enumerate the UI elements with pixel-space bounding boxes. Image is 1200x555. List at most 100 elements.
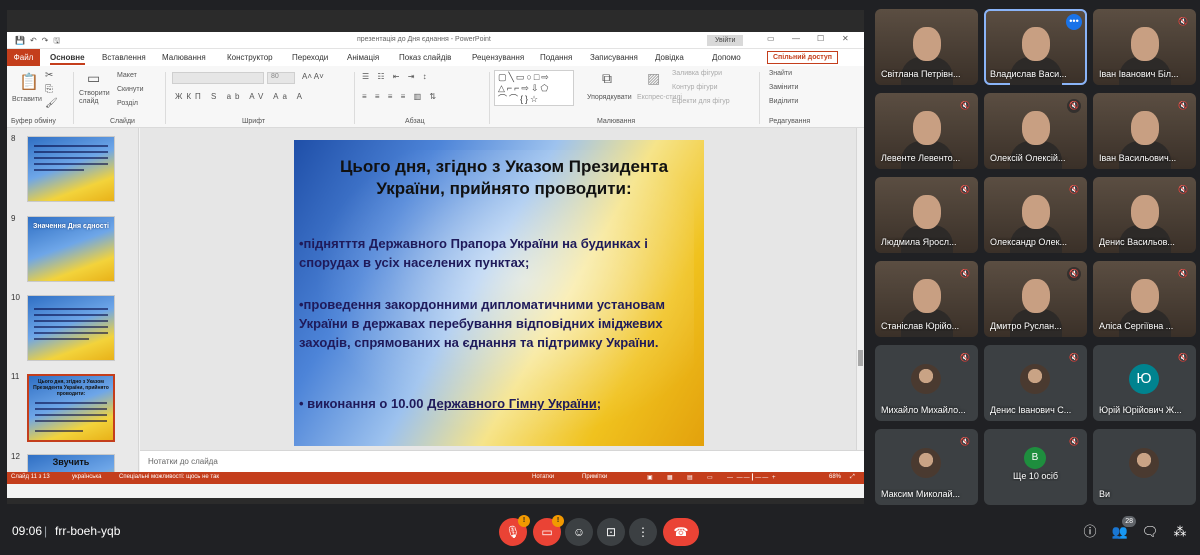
participant-tile[interactable]: 🔇 Олександр Олек... — [984, 177, 1087, 253]
slide-thumbnails-pane[interactable]: 8 9 Значення Дня єдності 10 11 Цього дня… — [7, 128, 139, 472]
tab-home[interactable]: Основне — [50, 53, 85, 65]
captions-button[interactable]: ☺ — [565, 518, 593, 546]
new-slide-icon[interactable]: ▭ — [87, 70, 100, 87]
ribbon-display-icon[interactable]: ▭ — [767, 34, 775, 43]
slide-thumbnail-12[interactable]: Звучить — [27, 454, 115, 472]
font-size-select[interactable]: 80 — [267, 72, 295, 84]
tab-draw[interactable]: Малювання — [162, 53, 206, 62]
participant-tile[interactable]: 🔇 Іван Васильович... — [1093, 93, 1196, 169]
more-options-icon[interactable]: ••• — [1066, 14, 1082, 30]
notes-button[interactable]: Нотатки — [532, 474, 554, 480]
arrange-icon[interactable]: ⧉ — [602, 70, 612, 87]
slide-thumbnail-10[interactable] — [27, 295, 115, 361]
reset-button[interactable]: Скинути — [117, 86, 144, 93]
microphone-button[interactable]: 🎙 ! — [499, 515, 530, 546]
shape-fill-button[interactable]: Заливка фігури — [672, 70, 722, 77]
slide-sorter-icon[interactable]: ▦ — [667, 474, 673, 481]
cut-icon[interactable]: ✂ — [45, 70, 53, 81]
font-grow-shrink-icon[interactable]: A˄ A˅ — [302, 72, 324, 81]
tab-view[interactable]: Подання — [540, 53, 572, 62]
chat-button[interactable]: 🗨 — [1140, 522, 1160, 542]
tab-slideshow[interactable]: Показ слайдів — [399, 53, 451, 62]
tab-transitions[interactable]: Переходи — [292, 53, 328, 62]
tab-design[interactable]: Конструктор — [227, 53, 273, 62]
notes-pane[interactable]: Нотатки до слайда — [140, 450, 864, 472]
slide-editor[interactable]: Цього дня, згідно з Указом Президента Ук… — [140, 128, 856, 450]
participant-tile[interactable]: Ви — [1093, 429, 1196, 505]
slide-thumbnail-9[interactable]: Значення Дня єдності — [27, 216, 115, 282]
participant-tile[interactable]: 🔇 Денис Васильов... — [1093, 177, 1196, 253]
minimize-icon[interactable]: — — [792, 34, 800, 43]
tab-animations[interactable]: Анімація — [347, 53, 379, 62]
find-button[interactable]: Знайти — [769, 70, 792, 77]
participant-tile[interactable]: 🔇 Дмитро Руслан... — [984, 261, 1087, 337]
participant-video-face — [913, 111, 941, 145]
font-family-select[interactable] — [172, 72, 264, 84]
slide-thumbnail-11[interactable]: Цього дня, згідно з Указом Президента Ук… — [27, 374, 115, 442]
scrollbar-thumb[interactable] — [858, 350, 863, 366]
select-button[interactable]: Виділити — [769, 98, 798, 105]
zoom-slider[interactable]: — ——┃—— + — [727, 474, 776, 481]
tab-tell-me[interactable]: Допомо — [712, 53, 741, 62]
tab-review[interactable]: Рецензування — [472, 53, 524, 62]
participant-name: Левенте Левенто... — [881, 153, 961, 163]
participant-tile[interactable]: 🔇 Левенте Левенто... — [875, 93, 978, 169]
paste-icon[interactable]: 📋 — [19, 72, 39, 92]
participant-tile[interactable]: 🔇 Людмила Яросл... — [875, 177, 978, 253]
participant-tile[interactable]: 🔇 Максим Миколай... — [875, 429, 978, 505]
participant-tile[interactable]: 🔇 Михайло Михайло... — [875, 345, 978, 421]
font-format-icons[interactable]: ЖКП S ab AV Aa A — [175, 92, 306, 101]
meeting-info-button[interactable]: ⓘ — [1080, 522, 1100, 542]
participant-tile[interactable]: 🔇 Денис Іванович С... — [984, 345, 1087, 421]
replace-button[interactable]: Замінити — [769, 84, 798, 91]
section-button[interactable]: Розділ — [117, 100, 138, 107]
normal-view-icon[interactable]: ▣ — [647, 474, 653, 481]
people-button[interactable]: 👥 28 — [1110, 516, 1136, 542]
tab-record[interactable]: Записування — [590, 53, 638, 62]
share-button[interactable]: Спільний доступ — [767, 51, 839, 64]
align-icons[interactable]: ≡ ≡ ≡ ≡ ▥ ⇅ — [362, 92, 439, 101]
paste-button[interactable]: Вставити — [12, 96, 42, 103]
list-icons[interactable]: ☰ ☷ ⇤ ⇥ ↕ — [362, 72, 430, 81]
arrange-button[interactable]: Упорядкувати — [587, 94, 632, 101]
new-slide-button[interactable]: Створити слайд — [79, 90, 113, 106]
participant-tile[interactable]: ••• Владислав Васи... — [984, 9, 1087, 85]
format-painter-icon[interactable]: 🖌 — [45, 98, 58, 109]
participant-tile[interactable]: 🔇 Іван Іванович Біл... — [1093, 9, 1196, 85]
more-options-button[interactable]: ⋮ — [629, 518, 657, 546]
tab-insert[interactable]: Вставлення — [102, 53, 146, 62]
participant-tile[interactable]: 🔇 Аліса Сергіївна ... — [1093, 261, 1196, 337]
layout-button[interactable]: Макет — [117, 72, 137, 79]
current-slide[interactable]: Цього дня, згідно з Указом Президента Ук… — [294, 140, 704, 446]
participant-tile[interactable]: В 🔇 Ще 10 осіб — [984, 429, 1087, 505]
camera-button[interactable]: ▭ ! — [533, 515, 564, 546]
zoom-level[interactable]: 68% — [829, 474, 841, 480]
tab-file[interactable]: Файл — [7, 49, 40, 66]
slideshow-icon[interactable]: ▭ — [707, 474, 713, 481]
maximize-icon[interactable]: ☐ — [817, 34, 824, 43]
participant-tile[interactable]: Світлана Петрівн... — [875, 9, 978, 85]
express-styles-icon[interactable]: ▨ — [647, 70, 660, 87]
shape-outline-button[interactable]: Контур фігури — [672, 84, 717, 91]
leave-call-button[interactable]: ☎ — [663, 518, 699, 546]
reading-view-icon[interactable]: ▤ — [687, 474, 693, 481]
participant-tile[interactable]: 🔇 Олексій Олексій... — [984, 93, 1087, 169]
thumbnail-text-line — [34, 151, 108, 153]
close-icon[interactable]: ✕ — [842, 34, 849, 43]
sign-in-button[interactable]: Увійти — [707, 35, 744, 46]
present-button[interactable]: ⊡ — [597, 518, 625, 546]
comments-button[interactable]: Примітки — [582, 474, 607, 480]
language-indicator[interactable]: українська — [72, 474, 102, 480]
participant-tile[interactable]: 🔇 Станіслав Юрійо... — [875, 261, 978, 337]
quick-access-toolbar[interactable]: 💾↶↷🖫 — [15, 35, 65, 49]
accessibility-status[interactable]: Спеціальні можливості: щось не так — [119, 474, 219, 480]
shapes-gallery[interactable]: ▢╲▭○□⇨ △⌐⌐⇨⇩⬠ ⌒⌒{}☆ — [494, 70, 574, 106]
copy-icon[interactable]: ⎘ — [45, 84, 53, 95]
activities-button[interactable]: ⁂ — [1170, 522, 1190, 542]
vertical-scrollbar[interactable] — [856, 128, 864, 450]
participant-tile[interactable]: Ю 🔇 Юрій Юрійович Ж... — [1093, 345, 1196, 421]
shape-effects-button[interactable]: Ефекти для фігур — [672, 98, 730, 105]
slide-thumbnail-8[interactable] — [27, 136, 115, 202]
fit-to-window-icon[interactable]: ⤢ — [850, 474, 855, 481]
tab-help[interactable]: Довідка — [655, 53, 684, 62]
